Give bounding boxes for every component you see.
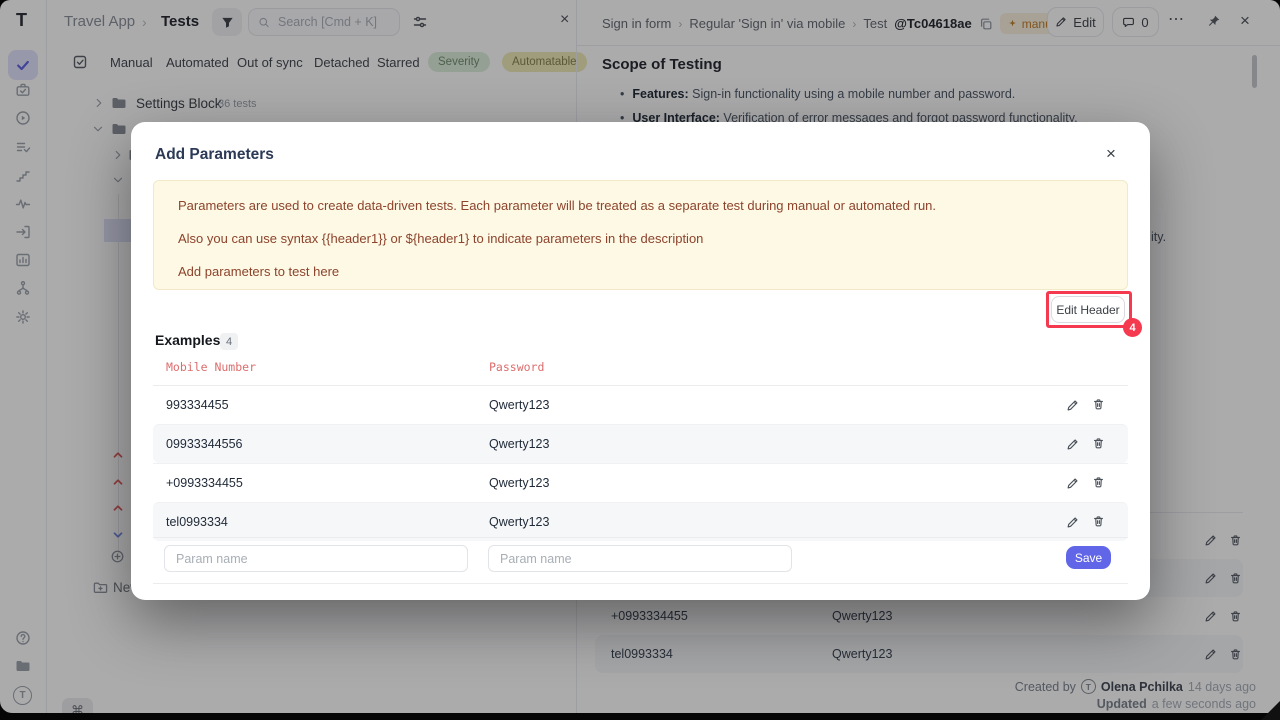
example-row: 993334455 Qwerty123 — [153, 385, 1128, 424]
example-mobile-value: tel0993334 — [166, 515, 228, 529]
pencil-icon[interactable] — [1066, 516, 1079, 529]
example-mobile-value: 09933344556 — [166, 437, 242, 451]
pencil-icon[interactable] — [1066, 438, 1079, 451]
param-name-input-2[interactable] — [488, 545, 792, 572]
trash-icon[interactable] — [1092, 398, 1105, 411]
examples-count-badge: 4 — [220, 333, 238, 350]
pencil-icon[interactable] — [1066, 399, 1079, 412]
table-bottom-divider — [153, 537, 1128, 538]
example-mobile-value: 993334455 — [166, 398, 229, 412]
pencil-icon[interactable] — [1066, 477, 1079, 490]
tutorial-step-badge: 4 — [1123, 318, 1142, 337]
example-password-value: Qwerty123 — [489, 398, 549, 412]
info-line: Add parameters to test here — [178, 262, 1103, 281]
example-password-value: Qwerty123 — [489, 476, 549, 490]
tutorial-highlight-rect — [1046, 291, 1132, 328]
modal-title: Add Parameters — [155, 146, 274, 164]
info-line: Parameters are used to create data-drive… — [178, 196, 1103, 215]
example-row: tel0993334 Qwerty123 — [153, 502, 1128, 541]
column-header-password: Password — [489, 360, 544, 374]
example-row: +0993334455 Qwerty123 — [153, 463, 1128, 502]
trash-icon[interactable] — [1092, 476, 1105, 489]
examples-title: Examples — [155, 332, 220, 348]
footer-divider — [153, 583, 1128, 584]
save-button[interactable]: Save — [1066, 546, 1111, 569]
column-header-mobile: Mobile Number — [166, 360, 256, 374]
add-parameters-modal: Add Parameters × Parameters are used to … — [131, 122, 1150, 600]
modal-close-icon[interactable]: × — [1106, 144, 1116, 164]
param-name-input-1[interactable] — [164, 545, 468, 572]
example-password-value: Qwerty123 — [489, 515, 549, 529]
parameters-info-box: Parameters are used to create data-drive… — [153, 180, 1128, 290]
trash-icon[interactable] — [1092, 515, 1105, 528]
trash-icon[interactable] — [1092, 437, 1105, 450]
example-mobile-value: +0993334455 — [166, 476, 243, 490]
info-line: Also you can use syntax {{header1}} or $… — [178, 229, 1103, 248]
example-row: 09933344556 Qwerty123 — [153, 424, 1128, 463]
examples-table: 993334455 Qwerty123 09933344556 Qwerty12… — [153, 385, 1128, 541]
example-password-value: Qwerty123 — [489, 437, 549, 451]
